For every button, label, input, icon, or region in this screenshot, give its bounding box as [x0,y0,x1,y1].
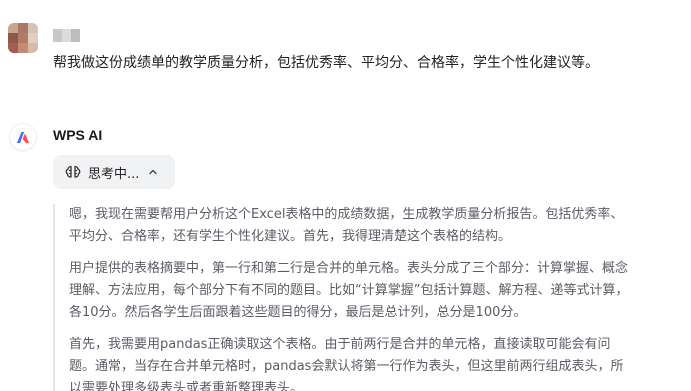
reasoning-line: 以需要处理多级表头或者重新整理表头。 [69,381,304,391]
reasoning-line: 用户提供的表格摘要中，第一行和第二行是合并的单元格。表头分成了三个部分：计算掌握… [69,261,629,276]
reasoning-line: 平均分、合格率，还有学生个性化建议。首先，我得理清楚这个表格的结构。 [69,229,512,244]
reasoning-paragraph: 首先，我需要用pandas正确读取这个表格。由于前两行是合并的单元格，直接读取可… [69,334,691,391]
user-message: 帮我做这份成绩单的教学质量分析，包括优秀率、平均分、合格率，学生个性化建议等。 [53,55,599,71]
thinking-label: 思考中... [88,166,140,182]
reasoning-line: 首先，我需要用pandas正确读取这个表格。由于前两行是合并的单元格，直接读取可… [69,337,611,352]
reasoning-line: 理解、方法应用，每个部分下有不同的题目。比如“计算掌握”包括计算题、解方程、递等… [69,283,629,298]
ai-name: WPS AI [53,127,103,143]
user-avatar [8,23,38,53]
brain-icon [65,164,81,180]
chevron-up-icon [148,167,158,177]
reasoning-paragraph: 嗯，我现在需要帮用户分析这个Excel表格中的成绩数据，生成教学质量分析报告。包… [69,204,691,248]
thinking-toggle-button[interactable]: 思考中... [53,155,175,189]
reasoning-paragraph: 用户提供的表格摘要中，第一行和第二行是合并的单元格。表头分成了三个部分：计算掌握… [69,258,691,324]
user-name-redacted [53,29,80,42]
wps-ai-logo-icon [10,124,36,150]
reasoning-line: 各10分。然后各学生后面跟着这些题目的得分，最后是总计列，总分是100分。 [69,305,527,320]
reasoning-line: 题。通常，当存在合并单元格时，pandas会默认将第一行作为表头，但这里前两行组… [69,359,624,374]
reasoning-line: 嗯，我现在需要帮用户分析这个Excel表格中的成绩数据，生成教学质量分析报告。包… [69,207,624,222]
reasoning-panel: 嗯，我现在需要帮用户分析这个Excel表格中的成绩数据，生成教学质量分析报告。包… [53,204,691,391]
